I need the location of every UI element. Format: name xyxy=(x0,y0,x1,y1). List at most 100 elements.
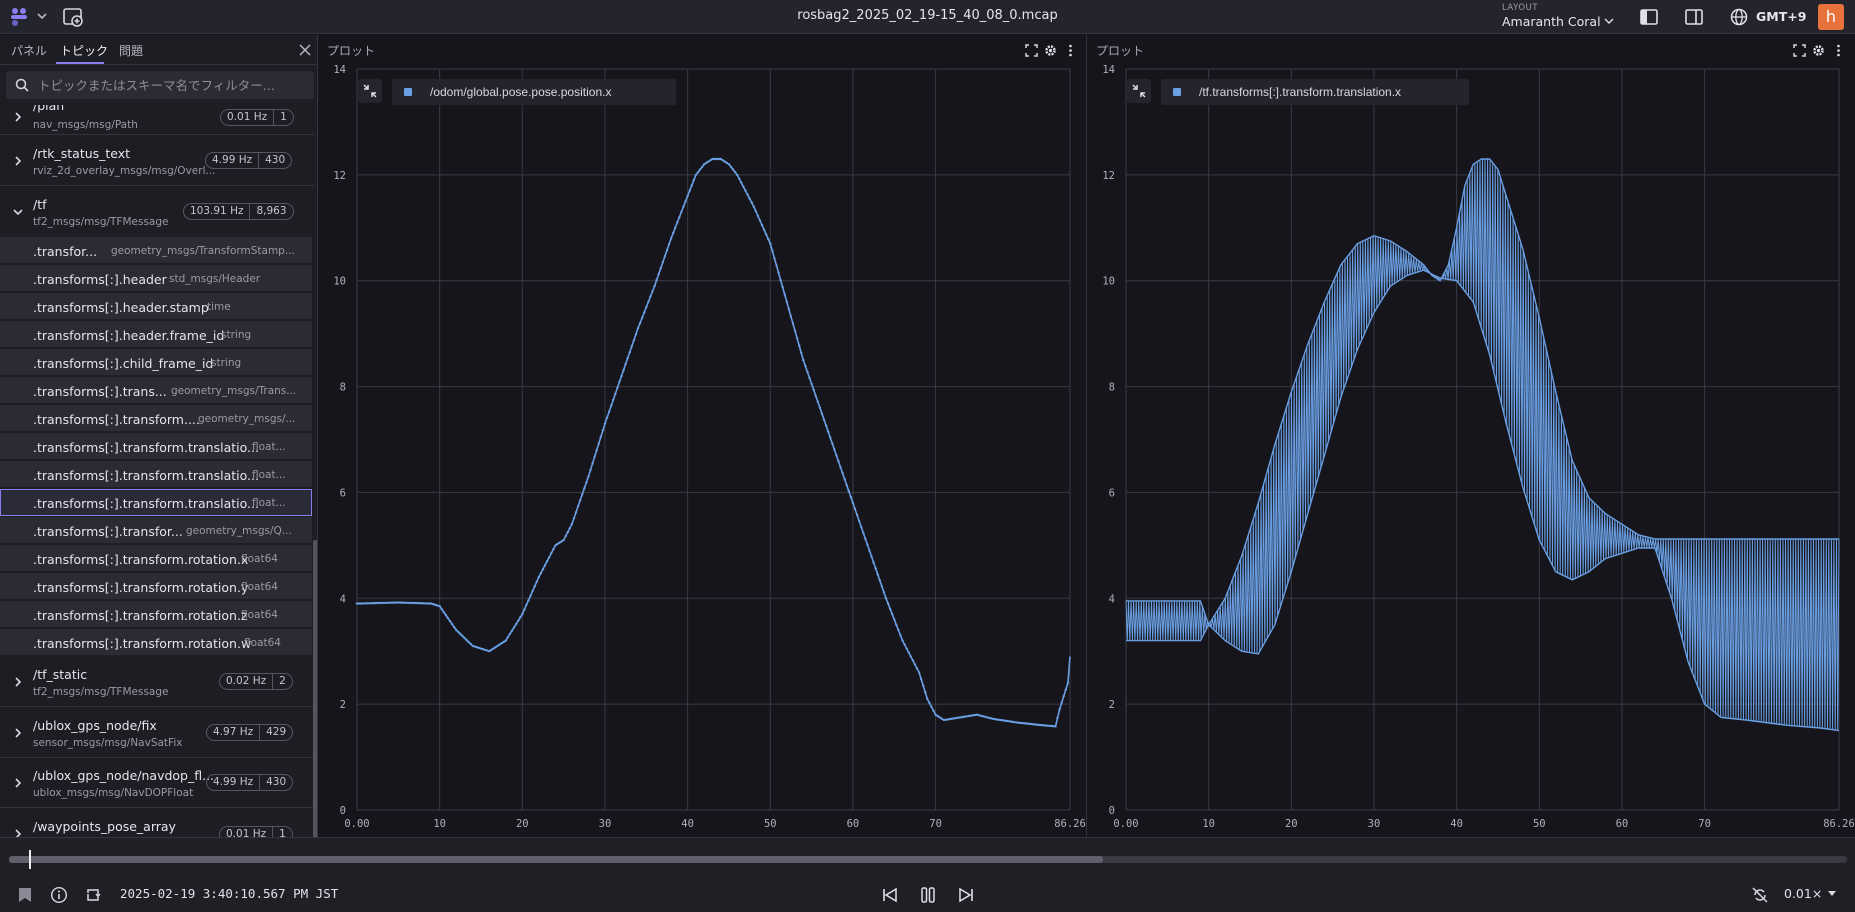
chevron-right-icon[interactable] xyxy=(12,155,24,167)
sync-off-icon[interactable] xyxy=(1751,886,1769,904)
data-point xyxy=(531,589,534,593)
seek-forward-icon[interactable] xyxy=(957,886,975,904)
topic-filter-input[interactable] xyxy=(38,75,308,95)
add-panel-icon[interactable] xyxy=(62,6,84,28)
data-point xyxy=(835,454,838,457)
pause-icon[interactable] xyxy=(919,886,937,904)
x-tick-label: 30 xyxy=(599,818,612,830)
playback-timestamp[interactable]: 2025-02-19 3:40:10.567 PM JST xyxy=(120,886,338,901)
loop-icon[interactable] xyxy=(84,886,102,904)
data-point xyxy=(523,608,526,611)
chevron-right-icon[interactable] xyxy=(12,676,24,688)
x-tick-label: 20 xyxy=(516,818,529,830)
data-point xyxy=(539,571,543,575)
data-point xyxy=(804,364,807,368)
field-item[interactable]: .transforms[:].transform.rotation.z float… xyxy=(0,601,312,628)
field-item[interactable]: .transforms[:].transform.rotation.y float… xyxy=(0,573,312,600)
data-point xyxy=(595,448,598,452)
field-item[interactable]: .transforms[:].transform.translatio... fl… xyxy=(0,433,312,460)
close-icon[interactable] xyxy=(298,43,312,57)
topic-item-plan[interactable]: /plan nav_msgs/msg/Path 0.01 Hz 1 xyxy=(0,105,314,135)
chevron-right-icon[interactable] xyxy=(12,727,24,739)
chevron-right-icon[interactable] xyxy=(12,828,24,837)
plot-chart-right[interactable]: 0 2 4 6 8 10 12 14 0.00 10 20 30 40 50 60 70 86.26/tf.tr… xyxy=(1089,65,1855,837)
app-logo-icon[interactable] xyxy=(8,6,30,28)
data-point xyxy=(700,165,704,169)
topic-item-ublox-navdop[interactable]: /ublox_gps_node/navdop_fl... ublox_msgs/… xyxy=(0,758,314,808)
more-vertical-icon[interactable] xyxy=(1832,44,1845,57)
legend-collapse-button[interactable] xyxy=(358,79,382,103)
tab-panels[interactable]: パネル xyxy=(11,42,47,59)
topic-item-rtk-status-text[interactable]: /rtk_status_text rviz_2d_overlay_msgs/ms… xyxy=(0,136,314,186)
topic-item-tf[interactable]: /tf tf2_msgs/msg/TFMessage 103.91 Hz 8,96… xyxy=(0,187,314,237)
fullscreen-icon[interactable] xyxy=(1793,44,1806,57)
chevron-down-icon xyxy=(1604,18,1614,25)
layout-selector[interactable]: LAYOUT Amaranth Coral xyxy=(1502,3,1614,31)
data-point xyxy=(562,538,565,542)
field-item[interactable]: .transforms[:].child_frame_id string xyxy=(0,349,312,376)
seek-backward-icon[interactable] xyxy=(881,886,899,904)
globe-icon[interactable] xyxy=(1729,7,1749,27)
field-item[interactable]: .transforms[:].transform.rotation.x float… xyxy=(0,545,312,572)
legend-collapse-button[interactable] xyxy=(1127,79,1151,103)
seekbar-playhead[interactable] xyxy=(29,850,32,869)
field-item[interactable]: .transforms[:].transfor... geometry_msgs/… xyxy=(0,517,312,544)
data-point xyxy=(636,327,640,330)
data-point xyxy=(818,406,822,409)
data-point xyxy=(457,630,460,634)
field-type: float... xyxy=(252,469,286,481)
data-point xyxy=(810,382,813,386)
gear-icon[interactable] xyxy=(1044,44,1057,57)
field-item[interactable]: .transfor... geometry_msgs/TransformStamp… xyxy=(0,237,312,264)
field-item[interactable]: .transforms[:].transform.rotation.w float… xyxy=(0,629,312,656)
user-avatar[interactable]: h xyxy=(1818,4,1844,30)
chevron-down-icon[interactable] xyxy=(12,206,24,218)
chevron-down-icon[interactable] xyxy=(36,9,48,23)
legend-label: /tf.transforms[:].transform.translation.… xyxy=(1199,85,1401,99)
field-item[interactable]: .transforms[:].header.frame_id string xyxy=(0,321,312,348)
topic-stats-badge: 0.02 Hz 2 xyxy=(219,673,293,690)
topic-item-tf-static[interactable]: /tf_static tf2_msgs/msg/TFMessage 0.02 H… xyxy=(0,657,314,707)
sidebar-scrollbar[interactable] xyxy=(313,540,317,837)
field-item[interactable]: .transforms[:].header std_msgs/Header xyxy=(0,265,312,292)
field-type: time xyxy=(207,301,231,313)
topic-stats-badge: 4.99 Hz 430 xyxy=(206,774,294,791)
chevron-right-icon[interactable] xyxy=(12,111,24,123)
field-item[interactable]: .transforms[:].transform.translatio... fl… xyxy=(0,461,312,488)
tab-problems[interactable]: 問題 xyxy=(119,42,143,59)
playback-speed[interactable]: 0.01× xyxy=(1784,886,1822,901)
plot-panel-left: プロット 0 2 4 6 8 10 12 14 0.00 10 20 30 40 50 60 70 86.26 /… xyxy=(320,35,1087,837)
left-sidebar-toggle-icon[interactable] xyxy=(1639,7,1659,27)
topic-type: sensor_msgs/msg/NavSatFix xyxy=(33,737,183,749)
gear-icon[interactable] xyxy=(1812,44,1825,57)
bookmark-icon[interactable] xyxy=(16,886,34,904)
more-vertical-icon[interactable] xyxy=(1064,44,1077,57)
plot-chart-left[interactable]: 0 2 4 6 8 10 12 14 0.00 10 20 30 40 50 60 70 86.26/odom/… xyxy=(320,65,1087,837)
caret-down-icon[interactable] xyxy=(1826,887,1838,899)
fullscreen-icon[interactable] xyxy=(1025,44,1038,57)
data-point xyxy=(1000,719,1003,722)
tab-topics[interactable]: トピック xyxy=(60,42,108,59)
info-icon[interactable] xyxy=(50,886,68,904)
y-tick-label: 4 xyxy=(340,593,346,605)
field-item-selected[interactable]: .transforms[:].transform.translatio... fl… xyxy=(0,489,312,516)
field-item[interactable]: .transforms[:].header.stamp time xyxy=(0,293,312,320)
field-type: float... xyxy=(252,497,286,509)
x-tick-label: 86.26 xyxy=(1054,818,1086,830)
data-point xyxy=(917,671,921,674)
topic-item-waypoints[interactable]: /waypoints_pose_array 0.01 Hz 1 xyxy=(0,809,314,837)
field-item[interactable]: .transforms[:].trans... geometry_msgs/Tra… xyxy=(0,377,312,404)
topic-item-ublox-gps-fix[interactable]: /ublox_gps_node/fix sensor_msgs/msg/NavS… xyxy=(0,708,314,758)
timezone-label[interactable]: GMT+9 xyxy=(1756,9,1806,24)
data-point xyxy=(849,495,853,499)
data-point xyxy=(874,567,877,570)
right-sidebar-toggle-icon[interactable] xyxy=(1684,7,1704,27)
data-point xyxy=(911,659,915,662)
playback-seekbar[interactable] xyxy=(9,856,1847,863)
field-name: .transforms[:].header.stamp xyxy=(33,300,209,315)
field-item[interactable]: .transforms[:].transform.... geometry_msg… xyxy=(0,405,312,432)
data-point xyxy=(924,691,927,694)
data-point xyxy=(829,436,832,439)
data-point xyxy=(746,193,749,196)
chevron-right-icon[interactable] xyxy=(12,777,24,789)
